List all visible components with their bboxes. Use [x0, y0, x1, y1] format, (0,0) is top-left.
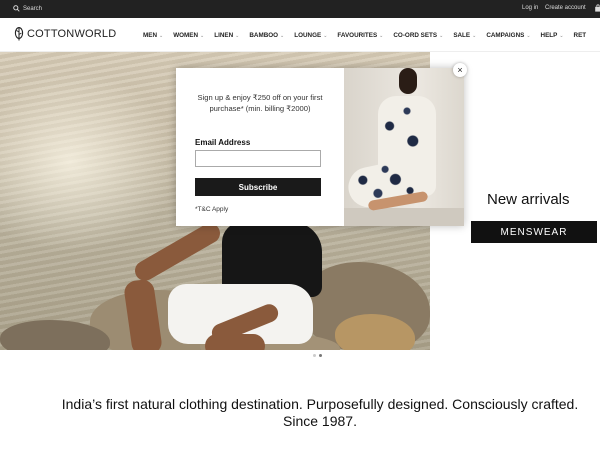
chevron-down-icon: ⌄: [526, 32, 531, 39]
email-label: Email Address: [195, 138, 251, 147]
nav-item-co-ord-sets[interactable]: CO-ORD SETS ⌄: [393, 32, 443, 39]
tagline-line-1: India’s first natural clothing destinati…: [61, 396, 579, 412]
chevron-down-icon: ⌄: [323, 32, 328, 39]
site-logo[interactable]: COTTONWORLD: [14, 27, 116, 41]
logo-text: COTTONWORLD: [27, 28, 117, 40]
main-header: COTTONWORLD MEN ⌄ WOMEN ⌄ LINEN ⌄ BAMBOO ⌄ L…: [0, 18, 600, 52]
nav-item-lounge[interactable]: LOUNGE ⌄: [294, 32, 327, 39]
nav-item-label: LINEN: [214, 32, 234, 39]
subscribe-button[interactable]: Subscribe: [195, 178, 321, 196]
new-arrivals-heading: New arrivals: [487, 191, 570, 208]
chevron-down-icon: ⌄: [200, 32, 205, 39]
nav-item-men[interactable]: MEN ⌄: [143, 32, 163, 39]
nav-item-returns[interactable]: RET: [574, 32, 587, 39]
popup-model-image: [344, 68, 464, 226]
email-field[interactable]: [195, 150, 321, 167]
chevron-down-icon: ⌄: [159, 32, 164, 39]
nav-item-label: LOUNGE: [294, 32, 322, 39]
nav-item-women[interactable]: WOMEN ⌄: [173, 32, 204, 39]
nav-item-label: WOMEN: [173, 32, 199, 39]
nav-item-bamboo[interactable]: BAMBOO ⌄: [249, 32, 284, 39]
nav-item-label: BAMBOO: [249, 32, 279, 39]
popup-offer-text: Sign up & enjoy ₹250 off on your first p…: [197, 93, 323, 113]
tagline-line-2: Since 1987.: [283, 413, 357, 429]
terms-note: *T&C Apply: [195, 206, 229, 213]
create-account-link[interactable]: Create account: [545, 5, 586, 11]
nav-item-help[interactable]: HELP ⌄: [541, 32, 564, 39]
nav-item-favourites[interactable]: FAVOURITES ⌄: [337, 32, 383, 39]
nav-item-label: CO-ORD SETS: [393, 32, 438, 39]
nav-item-label: HELP: [540, 32, 558, 39]
nav-item-label: RET: [573, 32, 587, 39]
close-icon[interactable]: ×: [453, 63, 467, 77]
chevron-down-icon: ⌄: [379, 32, 384, 39]
nav-item-label: MEN: [143, 32, 157, 39]
chevron-down-icon: ⌄: [472, 32, 477, 39]
nav-item-campaigns[interactable]: CAMPAIGNS ⌄: [486, 32, 530, 39]
chevron-down-icon: ⌄: [439, 32, 444, 39]
menswear-button[interactable]: MENSWEAR: [471, 221, 597, 243]
brand-tagline: India’s first natural clothing destinati…: [0, 396, 600, 430]
top-utility-bar: Search Log in Create account: [0, 0, 600, 18]
popup-form: Sign up & enjoy ₹250 off on your first p…: [176, 68, 344, 226]
search-icon: [13, 5, 20, 12]
chevron-down-icon: ⌄: [280, 32, 285, 39]
login-link[interactable]: Log in: [522, 5, 538, 11]
search-label: Search: [23, 5, 43, 12]
leaf-logo-icon: [14, 27, 24, 41]
nav-item-linen[interactable]: LINEN ⌄: [214, 32, 239, 39]
slide-dot[interactable]: [319, 354, 322, 357]
nav-item-label: SALE: [453, 32, 471, 39]
chevron-down-icon: ⌄: [559, 32, 564, 39]
search-link[interactable]: Search: [13, 5, 42, 12]
chevron-down-icon: ⌄: [235, 32, 240, 39]
popup-image-floor: [344, 208, 464, 226]
popup-model-head: [399, 68, 417, 94]
slide-dot[interactable]: [313, 354, 316, 357]
newsletter-popup: Sign up & enjoy ₹250 off on your first p…: [176, 68, 464, 226]
nav-item-label: FAVOURITES: [337, 32, 378, 39]
bag-icon[interactable]: [594, 4, 600, 12]
slide-indicator: [313, 354, 322, 357]
main-nav: MEN ⌄ WOMEN ⌄ LINEN ⌄ BAMBOO ⌄ LOUNGE ⌄ FAVOU…: [143, 32, 596, 39]
nav-item-sale[interactable]: SALE ⌄: [453, 32, 476, 39]
nav-item-label: CAMPAIGNS: [486, 32, 525, 39]
